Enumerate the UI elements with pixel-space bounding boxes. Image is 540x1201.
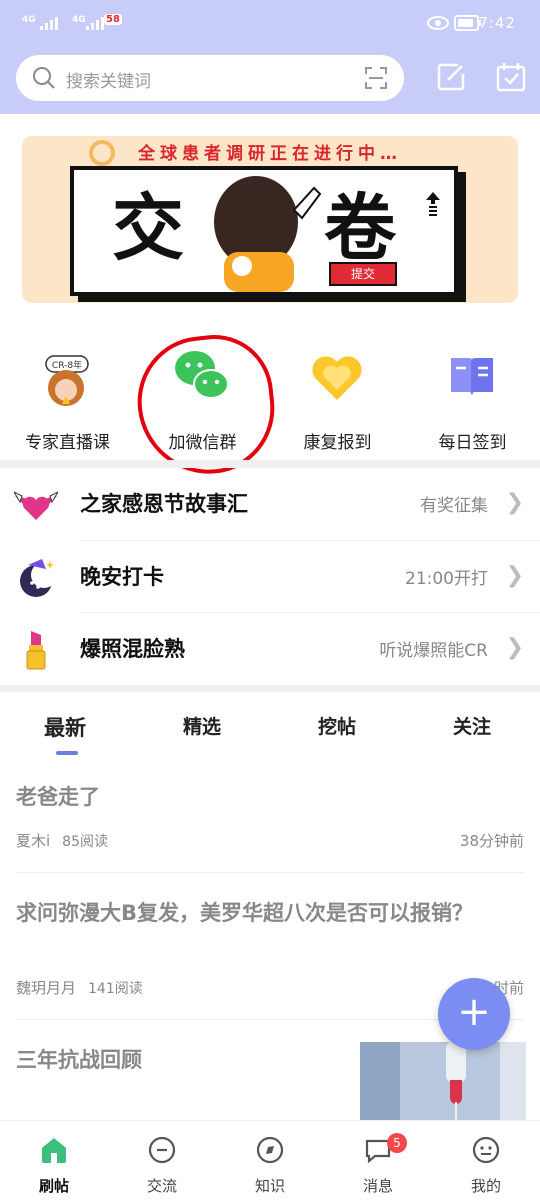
book-icon [451,358,493,396]
post-divider [16,872,524,873]
tab-latest[interactable]: 最新 [44,712,86,742]
nav-exchange[interactable]: 交流 [108,1121,216,1201]
post-meta: 魏玥月月 141阅读 [16,977,143,998]
banner-decor [89,140,115,166]
nav-label: 知识 [254,1177,285,1195]
chevron-right-icon: ❯ [505,563,524,588]
calendar-check-icon[interactable] [496,62,526,92]
quick-label: 康复报到 [303,433,372,453]
girl-illustration [214,176,322,292]
chat-minus-icon [148,1136,176,1164]
post-title: 三年抗战回顾 [16,1048,142,1072]
clock: 7:42 [478,14,516,32]
signal-label-2: 4G [72,15,86,25]
row-title: 爆照混脸熟 [80,637,185,661]
heart-icon [312,356,362,400]
svg-text:CR-8年: CR-8年 [52,359,82,371]
post-time: 38分钟前 [459,832,524,850]
quick-label: 每日签到 [438,433,507,453]
nav-messages[interactable]: 5 消息 [324,1121,432,1201]
promo-banner[interactable]: 全球患者调研正在进行中… 交 卷 提交 [22,136,518,303]
row-subtitle: 听说爆照能CR [379,641,488,661]
post-reads: 85阅读 [62,834,108,850]
tab-indicator [56,751,78,755]
quick-expert-live[interactable]: CR-8年 专家直播课 [0,330,135,460]
plus-icon: + [457,989,491,1035]
banner-char-right: 卷 [324,186,397,270]
post-title: 老爸走了 [16,785,100,809]
home-icon [42,1138,66,1163]
chevron-right-icon: ❯ [505,635,524,660]
winged-heart-icon [14,491,58,520]
banner-char-left: 交 [112,186,185,270]
quick-recovery-report[interactable]: 康复报到 [270,330,405,460]
nav-knowledge[interactable]: 知识 [216,1121,324,1201]
search-icon [33,67,55,89]
quick-label: 专家直播课 [25,433,110,453]
lipstick-icon [26,631,46,670]
create-post-button[interactable]: + [438,978,510,1050]
expert-avatar-icon: CR-8年 [45,355,89,406]
post-author: 夏木i [16,832,51,850]
post-meta: 夏木i 85阅读 [16,830,108,851]
signal-bars-icon-2 [86,16,104,30]
message-badge: 5 [387,1133,407,1153]
nav-label: 消息 [362,1177,393,1195]
row-subtitle: 有奖征集 [420,496,488,516]
eye-icon [427,16,449,30]
section-divider [0,460,540,468]
row-subtitle: 21:00开打 [405,569,488,589]
tab-following[interactable]: 关注 [453,712,491,739]
post-thumbnail [360,1042,526,1122]
compass-icon [256,1136,284,1164]
arrow-up-icon [426,192,440,216]
row-photo-share[interactable]: 爆照混脸熟 听说爆照能CR ❯ [0,613,540,685]
tab-dig[interactable]: 挖帖 [318,712,356,739]
post-reads: 141阅读 [88,981,143,997]
signal-label-1: 4G [22,15,36,25]
chevron-right-icon: ❯ [505,490,524,515]
app-notify-badge: 58 [104,14,122,25]
header-bar: 4G 4G 58 7:42 搜索关键词 [0,0,540,114]
post-title: 求问弥漫大B复发，美罗华超八次是否可以报销？ [16,901,474,925]
nav-label: 交流 [146,1177,177,1195]
row-goodnight-checkin[interactable]: 晚安打卡 21:00开打 ❯ [0,541,540,613]
row-thanksgiving-stories[interactable]: 之家感恩节故事汇 有奖征集 ❯ [0,468,540,540]
nav-home[interactable]: 刷帖 [0,1121,108,1201]
nav-profile[interactable]: 我的 [432,1121,540,1201]
iv-drip-image [360,1042,526,1122]
signal-bars-icon [40,16,58,30]
section-divider [0,685,540,692]
edit-icon[interactable] [436,62,466,92]
row-title: 之家感恩节故事汇 [80,492,248,516]
moon-icon [20,559,57,597]
row-title: 晚安打卡 [80,565,164,589]
post-author: 魏玥月月 [16,979,77,997]
profile-icon [472,1136,500,1164]
search-input[interactable]: 搜索关键词 [16,55,404,101]
status-bar: 4G 4G 58 7:42 [0,0,540,50]
quick-daily-checkin[interactable]: 每日签到 [405,330,540,460]
search-placeholder: 搜索关键词 [66,72,151,92]
banner-submit-button[interactable]: 提交 [329,262,397,286]
scan-icon[interactable] [364,66,388,90]
tab-featured[interactable]: 精选 [183,712,221,739]
nav-label: 刷帖 [38,1177,69,1195]
banner-paper: 交 卷 提交 [70,166,458,296]
nav-label: 我的 [470,1177,501,1195]
bottom-nav: 刷帖 交流 知识 5 消息 我的 [0,1120,540,1201]
